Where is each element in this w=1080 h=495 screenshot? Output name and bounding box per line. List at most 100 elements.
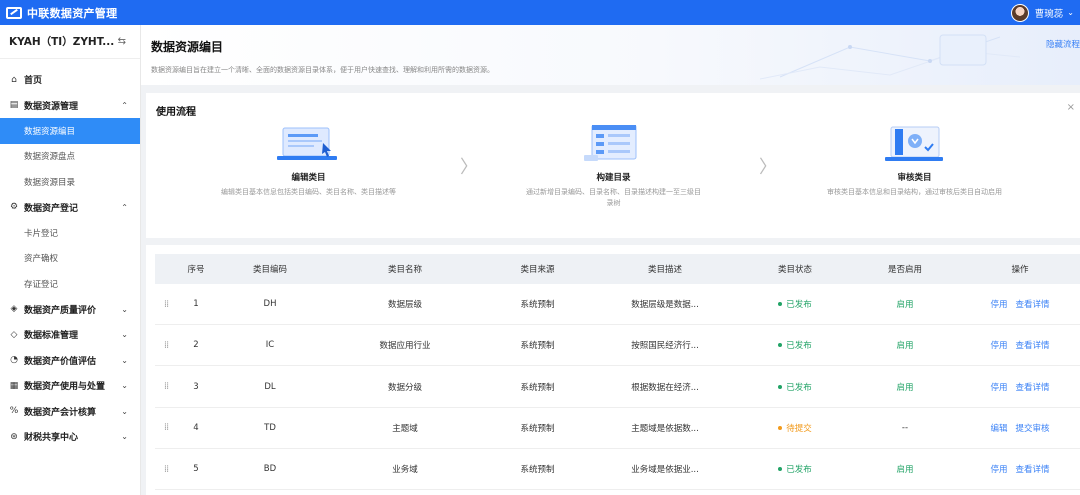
- chevron-up-icon: ⌃: [121, 202, 128, 212]
- flow-step-edit: 编辑类目 编辑类目基本信息包括类目编码、类目名称、类目描述等: [221, 125, 396, 198]
- cell-actions: 停用 查看详情: [960, 381, 1080, 393]
- table-row: ⁞⁞ 3 DL 数据分级 系统预制 根据数据在经济... 已发布 启用 停用 查看详情: [155, 367, 1080, 408]
- drag-handle-icon[interactable]: ⁞⁞: [155, 340, 177, 351]
- sidebar-subitem-evidence[interactable]: 存证登记: [0, 271, 140, 297]
- cell-actions: 编辑 提交审核: [960, 422, 1080, 434]
- cell-enabled: 启用: [896, 382, 914, 393]
- drag-handle-icon[interactable]: ⁞⁞: [155, 422, 177, 433]
- drag-handle-icon[interactable]: ⁞⁞: [155, 464, 177, 475]
- status-badge: 已发布: [778, 339, 812, 351]
- sidebar-item-accounting[interactable]: % 数据资产会计核算 ⌄: [0, 399, 140, 425]
- percent-icon: %: [9, 406, 19, 417]
- header-illustration: [760, 34, 1020, 80]
- action-link-secondary[interactable]: 提交审核: [1016, 424, 1050, 434]
- logo-icon: [6, 6, 22, 19]
- action-link-secondary[interactable]: 查看详情: [1016, 341, 1050, 351]
- action-link-secondary[interactable]: 查看详情: [1016, 465, 1050, 475]
- sidebar-item-usage[interactable]: ▦ 数据资产使用与处置 ⌄: [0, 373, 140, 399]
- close-icon[interactable]: ×: [1067, 102, 1075, 113]
- sidebar-item-label: 首页: [24, 76, 43, 87]
- status-dot: [778, 425, 783, 430]
- sidebar-subitem-directory[interactable]: 数据资源目录: [0, 169, 140, 195]
- sidebar-nav: ⌂ 首页 ▤ 数据资源管理 ⌃ 数据资源编目 数据资源盘点 数据资源目录 ⚙ 数…: [0, 59, 140, 450]
- chevron-down-icon: ⌄: [121, 406, 128, 416]
- action-link-secondary[interactable]: 查看详情: [1016, 383, 1050, 393]
- status-badge: 已发布: [778, 381, 812, 393]
- flow-step-title: 审核类目: [897, 173, 932, 183]
- cell-no: 4: [193, 422, 199, 433]
- sidebar-subitem-inventory[interactable]: 数据资源盘点: [0, 144, 140, 170]
- cell-code: IC: [265, 340, 275, 351]
- flow-step-desc: 通过新增目录编码、目录名称、目录描述构建一至三级目录树: [526, 188, 701, 207]
- cell-status: 已发布: [740, 463, 850, 475]
- status-dot: [778, 302, 783, 306]
- action-link-primary[interactable]: 停用: [990, 300, 1007, 310]
- cell-status: 已发布: [740, 298, 850, 310]
- hide-flow-link[interactable]: 隐藏流程: [1046, 38, 1080, 50]
- sidebar-item-asset-register[interactable]: ⚙ 数据资产登记 ⌃: [0, 195, 140, 221]
- brand[interactable]: 中联数据资产管理: [0, 5, 117, 21]
- sidebar-item-label: 数据资产质量评价: [24, 305, 97, 316]
- cell-desc: 业务域是依据业...: [631, 465, 699, 476]
- action-link-primary[interactable]: 停用: [990, 465, 1007, 475]
- sidebar-item-label: 数据标准管理: [24, 331, 79, 342]
- switch-icon[interactable]: ⇆: [118, 36, 126, 47]
- action-link-primary[interactable]: 停用: [990, 383, 1007, 393]
- database-icon: ▤: [9, 100, 19, 111]
- chevron-down-icon: ⌄: [121, 355, 128, 365]
- status-dot: [778, 467, 783, 472]
- sidebar-item-valuation[interactable]: ◔ 数据资产价值评估 ⌄: [0, 348, 140, 374]
- cell-no: 3: [193, 381, 199, 392]
- clock-icon: ◔: [10, 355, 18, 366]
- status-label: 已发布: [786, 465, 812, 476]
- sidebar-item-label: 数据资源管理: [24, 101, 79, 112]
- sidebar-item-data-resource[interactable]: ▤ 数据资源管理 ⌃: [0, 93, 140, 119]
- flow-step-desc: 编辑类目基本信息包括类目编码、类目名称、类目描述等: [221, 188, 396, 196]
- cell-code: DL: [264, 381, 276, 392]
- user-menu[interactable]: 曹琬蕊 ⌄: [1010, 3, 1080, 22]
- home-icon: ⌂: [11, 74, 17, 85]
- sidebar-item-tax-share[interactable]: ⊛ 财税共享中心 ⌄: [0, 424, 140, 450]
- cell-source: 系统预制: [520, 382, 555, 393]
- grid-icon: ▦: [9, 380, 19, 391]
- sidebar-item-label: 数据资产登记: [24, 203, 79, 214]
- sidebar-item-standard[interactable]: ◇ 数据标准管理 ⌄: [0, 322, 140, 348]
- drag-handle-icon[interactable]: ⁞⁞: [155, 381, 177, 392]
- chevron-right-icon: 〉: [460, 157, 478, 178]
- cell-desc: 按照国民经济行...: [631, 341, 699, 352]
- cell-no: 2: [193, 340, 199, 351]
- sidebar-item-quality[interactable]: ◈ 数据资产质量评价 ⌄: [0, 297, 140, 323]
- chevron-down-icon: ⌄: [1067, 8, 1074, 17]
- sidebar-subitem-ownership[interactable]: 资产确权: [0, 246, 140, 272]
- column-header: 类目描述: [647, 265, 682, 275]
- sidebar-item-home[interactable]: ⌂ 首页: [0, 67, 140, 93]
- chevron-down-icon: ⌄: [121, 304, 128, 314]
- catalog-table: 序号 类目编码 类目名称 类目来源 类目描述 类目状态 是否启用 操作 ⁞⁞ 1 D…: [146, 245, 1080, 495]
- drag-handle-icon[interactable]: ⁞⁞: [155, 299, 177, 310]
- org-switcher[interactable]: KYAH（TI）ZYHT... ⇆: [0, 25, 140, 59]
- sidebar-item-label: 数据资产价值评估: [24, 356, 97, 367]
- cell-name: 数据分级: [387, 382, 422, 393]
- column-header: 类目状态: [777, 265, 812, 275]
- table-row: ⁞⁞ 5 BD 业务域 系统预制 业务域是依据业... 已发布 启用 停用 查看详情: [155, 449, 1080, 491]
- status-badge: 已发布: [778, 298, 812, 310]
- shield-icon: ◈: [10, 304, 18, 315]
- cell-no: 5: [193, 464, 199, 475]
- table-row: ⁞⁞ 1 DH 数据层级 系统预制 数据层级是数据... 已发布 启用 停用 查看详情: [155, 284, 1080, 325]
- flow-step-review: 审核类目 审核类目基本信息和目录结构，通过审核后类目自动启用: [827, 125, 1002, 198]
- sidebar-subitem-card-register[interactable]: 卡片登记: [0, 220, 140, 246]
- cell-source: 系统预制: [520, 465, 555, 476]
- cell-enabled: 启用: [896, 300, 914, 310]
- top-bar: 中联数据资产管理 曹琬蕊 ⌄: [0, 0, 1080, 25]
- action-link-secondary[interactable]: 查看详情: [1016, 300, 1050, 310]
- column-header: 类目编码: [252, 265, 287, 275]
- action-link-primary[interactable]: 编辑: [990, 424, 1007, 434]
- column-header: 是否启用: [887, 265, 922, 275]
- status-dot: [778, 384, 783, 389]
- flow-step-title: 构建目录: [596, 173, 631, 183]
- cell-code: DH: [263, 299, 277, 309]
- column-header: 操作: [1011, 265, 1029, 275]
- cell-name: 数据层级: [387, 300, 422, 310]
- action-link-primary[interactable]: 停用: [990, 341, 1007, 351]
- sidebar-subitem-catalog-edit[interactable]: 数据资源编目: [0, 118, 140, 144]
